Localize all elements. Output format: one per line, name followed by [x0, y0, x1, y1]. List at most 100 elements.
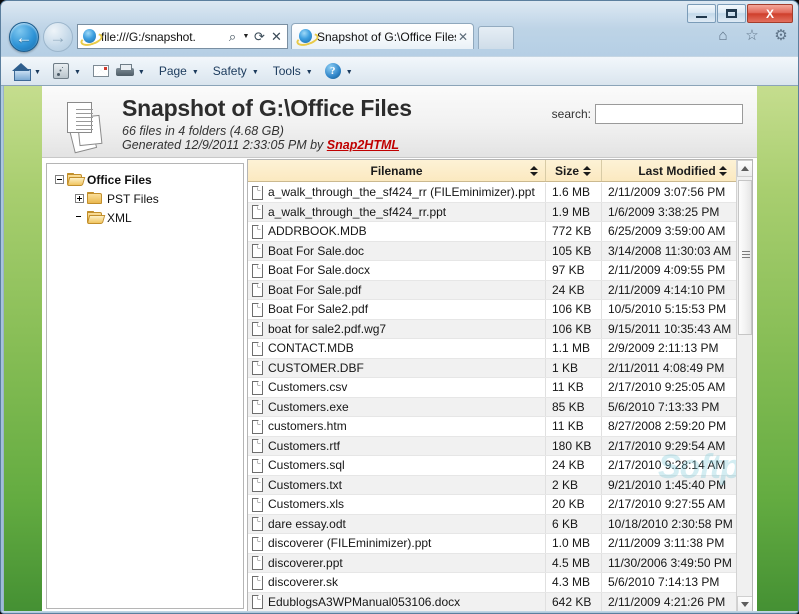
internet-explorer-icon	[81, 28, 98, 45]
folder-tree[interactable]: Office Files PST Files XML	[46, 163, 244, 609]
cmd-print[interactable]: ▼	[113, 59, 153, 83]
cell-filename: CONTACT.MDB	[248, 339, 546, 358]
page-title: Snapshot of G:\Office Files	[122, 95, 412, 121]
sort-arrows-icon[interactable]	[583, 165, 592, 177]
table-row[interactable]: discoverer.sk 4.3 MB 5/6/2010 7:14:13 PM	[248, 573, 738, 593]
table-row[interactable]: Customers.csv 11 KB 2/17/2010 9:25:05 AM	[248, 378, 738, 398]
refresh-icon[interactable]: ⟳	[251, 30, 268, 43]
collapse-expander-icon[interactable]	[55, 175, 64, 184]
chevron-down-icon[interactable]: ▼	[343, 69, 359, 76]
maximize-icon	[726, 9, 737, 18]
chevron-down-icon[interactable]: ▼	[31, 69, 47, 76]
cmd-tools[interactable]: Tools ▼	[267, 59, 321, 83]
search-input[interactable]	[595, 104, 743, 124]
chevron-down-icon[interactable]: ▼	[189, 69, 205, 76]
filename-label: customers.htm	[268, 419, 347, 434]
chevron-down-icon[interactable]: ▼	[135, 69, 151, 76]
file-document-icon	[252, 556, 263, 571]
search-label: search:	[551, 107, 591, 121]
sort-arrows-icon[interactable]	[719, 165, 728, 177]
table-row[interactable]: Customers.txt 2 KB 9/21/2010 1:45:40 PM	[248, 475, 738, 495]
forward-button[interactable]: →	[43, 22, 73, 52]
tab-close-icon[interactable]: ✕	[456, 30, 470, 44]
filename-label: ADDRBOOK.MDB	[268, 224, 367, 239]
table-row[interactable]: CONTACT.MDB 1.1 MB 2/9/2009 2:11:13 PM	[248, 339, 738, 359]
favorites-star-icon[interactable]: ☆	[742, 25, 762, 45]
expand-expander-icon[interactable]	[75, 194, 84, 203]
maximize-button[interactable]	[717, 4, 746, 23]
tree-node-xml[interactable]: XML	[47, 208, 243, 227]
table-row[interactable]: ADDRBOOK.MDB 772 KB 6/25/2009 3:59:00 AM	[248, 222, 738, 242]
tree-indent-spacer	[75, 213, 84, 222]
cmd-help[interactable]: ? ▼	[321, 59, 361, 83]
filename-label: discoverer.sk	[268, 575, 339, 590]
file-list-rows: a_walk_through_the_sf424_rr (FILEminimiz…	[248, 183, 738, 611]
chevron-down-icon[interactable]: ▼	[303, 69, 319, 76]
file-list-scrollbar[interactable]	[736, 160, 752, 611]
command-bar: ▼ ▼ ▼ Page ▼ Safety ▼ Tools ▼ ? ▼	[1, 56, 798, 86]
table-row[interactable]: a_walk_through_the_sf424_rr.ppt 1.9 MB 1/6…	[248, 202, 738, 222]
address-bar[interactable]: file:///G:/snapshot. ⌕ ▼ ⟳ ✕	[77, 24, 288, 49]
gear-icon[interactable]: ⚙	[771, 25, 791, 45]
chevron-down-icon[interactable]: ▼	[249, 69, 265, 76]
scroll-up-button[interactable]	[737, 160, 752, 177]
column-header-filename[interactable]: Filename	[248, 160, 546, 181]
cell-filename: Customers.csv	[248, 378, 546, 397]
cell-last-modified: 2/11/2011 4:08:49 PM	[608, 360, 725, 375]
home-icon	[11, 61, 31, 81]
cmd-mail[interactable]	[89, 59, 113, 83]
cmd-home[interactable]: ▼	[9, 59, 49, 83]
new-tab-button[interactable]	[478, 26, 514, 49]
cell-size: 1.6 MB	[546, 183, 602, 202]
filename-label: Customers.sql	[268, 458, 345, 473]
table-row[interactable]: discoverer.ppt 4.5 MB 11/30/2006 3:49:50 P…	[248, 553, 738, 573]
cmd-safety-label: Safety	[212, 64, 247, 78]
tree-node-office-files[interactable]: Office Files	[47, 170, 243, 189]
file-document-icon	[252, 575, 263, 590]
table-row[interactable]: dare essay.odt 6 KB 10/18/2010 2:30:58 PM	[248, 514, 738, 534]
table-row[interactable]: Customers.xls 20 KB 2/17/2010 9:27:55 AM	[248, 495, 738, 515]
filename-label: dare essay.odt	[268, 516, 346, 531]
minimize-button[interactable]	[687, 4, 716, 23]
filename-label: Boat For Sale2.pdf	[268, 302, 369, 317]
cell-filename: Customers.exe	[248, 397, 546, 416]
close-button[interactable]: X	[747, 4, 793, 23]
table-row[interactable]: Customers.exe 85 KB 5/6/2010 7:13:33 PM	[248, 397, 738, 417]
scroll-down-button[interactable]	[737, 596, 752, 611]
chevron-down-icon[interactable]: ▼	[71, 69, 87, 76]
cmd-page[interactable]: Page ▼	[153, 59, 207, 83]
table-row[interactable]: customers.htm 11 KB 8/27/2008 2:59:20 PM	[248, 417, 738, 437]
column-header-size[interactable]: Size	[546, 160, 602, 181]
page-body: Office Files PST Files XML Filename Size…	[42, 159, 757, 613]
file-document-icon	[252, 185, 263, 200]
table-row[interactable]: Boat For Sale2.pdf 106 KB 10/5/2010 5:15:5…	[248, 300, 738, 320]
tab-snapshot[interactable]: Snapshot of G:\Office Files ✕	[291, 23, 474, 49]
cmd-safety[interactable]: Safety ▼	[207, 59, 267, 83]
stop-icon[interactable]: ✕	[268, 30, 285, 43]
table-row[interactable]: CUSTOMER.DBF 1 KB 2/11/2011 4:08:49 PM	[248, 358, 738, 378]
table-row[interactable]: boat for sale2.pdf.wg7 106 KB 9/15/2011 10…	[248, 319, 738, 339]
table-row[interactable]: Customers.rtf 180 KB 2/17/2010 9:29:54 AM	[248, 436, 738, 456]
cmd-feeds[interactable]: ▼	[49, 59, 89, 83]
browser-window: X ← → file:///G:/snapshot. ⌕ ▼ ⟳ ✕ Snaps…	[0, 0, 799, 614]
tree-node-pst-files[interactable]: PST Files	[47, 189, 243, 208]
table-row[interactable]: Boat For Sale.docx 97 KB 2/11/2009 4:09:55…	[248, 261, 738, 281]
scrollbar-thumb[interactable]	[738, 180, 752, 335]
home-icon[interactable]: ⌂	[713, 25, 733, 45]
cell-filename: discoverer.sk	[248, 573, 546, 592]
back-button[interactable]: ←	[9, 22, 39, 52]
table-row[interactable]: discoverer (FILEminimizer).ppt 1.0 MB 2/11…	[248, 534, 738, 554]
table-row[interactable]: a_walk_through_the_sf424_rr (FILEminimiz…	[248, 183, 738, 203]
sort-arrows-icon[interactable]	[530, 165, 539, 177]
column-header-last-modified[interactable]: Last Modified	[602, 160, 752, 181]
cell-size: 24 KB	[546, 456, 602, 475]
snap2html-link[interactable]: Snap2HTML	[327, 138, 399, 152]
table-row[interactable]: EdublogsA3WPManual053106.docx 642 KB 2/11/…	[248, 592, 738, 611]
table-row[interactable]: Boat For Sale.pdf 24 KB 2/11/2009 4:14:10 …	[248, 280, 738, 300]
table-row[interactable]: Customers.sql 24 KB 2/17/2010 9:28:14 AM	[248, 456, 738, 476]
address-input[interactable]: file:///G:/snapshot.	[101, 30, 224, 44]
search-icon[interactable]: ⌕	[224, 30, 241, 43]
minimize-icon	[696, 15, 707, 18]
table-row[interactable]: Boat For Sale.doc 105 KB 3/14/2008 11:30:0…	[248, 241, 738, 261]
chevron-down-icon[interactable]: ▼	[241, 33, 251, 40]
